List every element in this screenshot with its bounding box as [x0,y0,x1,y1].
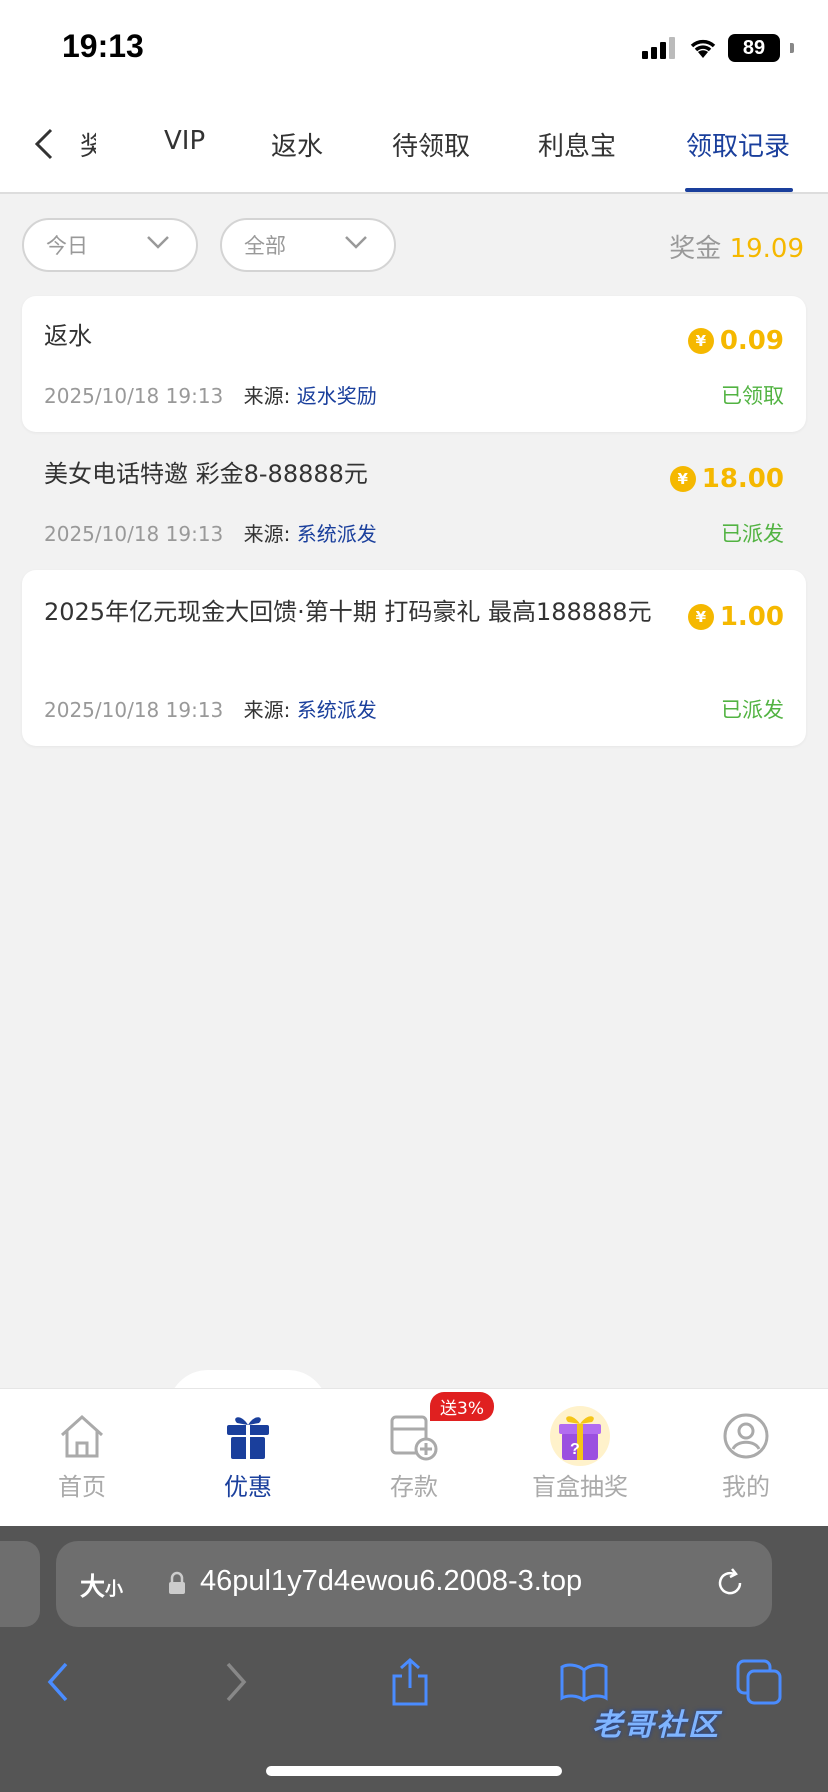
nav-item-profile[interactable]: 我的 [676,1409,816,1502]
record-source-label: 来源: [243,698,291,722]
browser-back-button[interactable] [28,1654,88,1710]
address-bar[interactable]: 大小 46pul1y7d4ewou6.2008-3.top [56,1541,772,1627]
bonus-total-label: 奖金 [669,234,722,264]
record-status: 已派发 [721,522,784,546]
browser-forward-button[interactable] [206,1654,266,1710]
date-filter-select[interactable]: 今日 [22,218,198,272]
reload-icon[interactable] [712,1565,748,1601]
coin-icon: ¥ [669,466,696,492]
chevron-down-icon [345,236,367,249]
deposit-bonus-badge: 送3% [430,1392,494,1421]
nav-label-profile: 我的 [722,1473,770,1501]
record-meta: 2025/10/18 19:13 来源: 系统派发 [44,518,377,547]
coin-icon: ¥ [687,604,714,630]
chevron-right-icon [226,1662,247,1702]
tab-vip[interactable]: VIP [164,126,205,156]
record-amount: ¥ 0.09 [687,326,784,356]
date-filter-value: 今日 [46,234,88,258]
share-button[interactable] [380,1654,440,1710]
tabs-button[interactable] [730,1654,790,1710]
record-title: 2025年亿元现金大回馈·第十期 打码豪礼 最高188888元 [44,598,652,626]
bonus-total: 奖金 19.09 [669,228,804,265]
tab-active-indicator [685,188,793,192]
text-size-large: 大 [80,1572,106,1601]
record-time: 2025/10/18 19:13 [44,698,224,722]
bonus-total-value: 19.09 [729,234,804,264]
text-size-button[interactable]: 大小 [80,1567,123,1603]
user-icon [723,1413,769,1459]
type-filter-value: 全部 [244,234,286,258]
record-status: 已派发 [721,698,784,722]
svg-text:?: ? [570,1441,580,1458]
nav-label-home: 首页 [58,1473,106,1501]
coin-icon: ¥ [687,328,714,354]
nav-label-deposit: 存款 [390,1473,438,1501]
record-meta: 2025/10/18 19:13 来源: 系统派发 [44,694,377,723]
text-size-small: 小 [105,1579,124,1600]
record-title: 美女电话特邀 彩金8-88888元 [44,460,368,488]
record-amount: ¥ 1.00 [687,602,784,632]
record-amount-value: 1.00 [719,602,784,632]
share-icon [392,1658,428,1706]
tab-rebate[interactable]: 返水 [271,126,323,163]
watermark-logo: 老哥社区 [592,1708,720,1743]
tab-header: 奖 VIP 返水 待领取 利息宝 领取记录 [0,100,828,194]
home-indicator [266,1766,562,1776]
status-icons: 89 [642,34,794,62]
record-title: 返水 [44,322,92,350]
record-time: 2025/10/18 19:13 [44,384,224,408]
nav-label-promotions: 优惠 [224,1473,272,1501]
back-button[interactable] [22,122,66,166]
wifi-icon [690,39,716,58]
record-meta: 2025/10/18 19:13 来源: 返水奖励 [44,380,377,409]
gift-icon [227,1417,269,1459]
tabs-icon [736,1659,782,1705]
battery-indicator: 89 [728,34,780,62]
chevron-left-icon [47,1662,68,1702]
mystery-box-icon: ? [550,1406,610,1466]
record-source: 系统派发 [296,522,377,546]
status-time: 19:13 [62,28,144,64]
record-source: 返水奖励 [296,384,377,408]
status-bar: 19:13 89 [0,0,828,100]
nav-item-blind-box[interactable]: ? 盲盒抽奖 [510,1406,650,1502]
nav-item-home[interactable]: 首页 [12,1409,152,1502]
record-item: 2025年亿元现金大回馈·第十期 打码豪礼 最高188888元 ¥ 1.00 2… [22,570,806,746]
record-amount: ¥ 18.00 [669,464,784,494]
type-filter-select[interactable]: 全部 [220,218,396,272]
tab-pending[interactable]: 待领取 [392,126,470,163]
chevron-left-icon [34,128,53,160]
tab-claim-records[interactable]: 领取记录 [686,126,790,163]
nav-label-blind-box: 盲盒抽奖 [532,1473,628,1501]
chevron-down-icon [147,236,169,249]
record-item: 美女电话特邀 彩金8-88888元 ¥ 18.00 2025/10/18 19:… [22,434,806,568]
record-amount-value: 18.00 [701,464,784,494]
nav-item-promotions[interactable]: 优惠 [178,1409,318,1502]
home-icon [60,1414,104,1458]
tab-interest[interactable]: 利息宝 [538,126,616,163]
nav-item-deposit[interactable]: 存款 [344,1409,484,1502]
record-amount-value: 0.09 [719,326,784,356]
bottom-nav: 首页 优惠 存款 ? 盲盒抽奖 我的 [0,1388,828,1526]
previous-tab-preview[interactable] [0,1541,40,1627]
lock-icon [169,1571,185,1594]
record-source-label: 来源: [243,522,291,546]
battery-tip [790,43,794,53]
record-item: 返水 ¥ 0.09 2025/10/18 19:13 来源: 返水奖励 已领取 [22,296,806,432]
record-time: 2025/10/18 19:13 [44,522,224,546]
record-source: 系统派发 [296,698,377,722]
record-status: 已领取 [721,384,784,408]
signal-icon [642,37,675,59]
tab-bonus[interactable]: 奖 [80,126,96,163]
book-icon [560,1663,608,1702]
record-source-label: 来源: [243,384,291,408]
url-text: 46pul1y7d4ewou6.2008-3.top [200,1565,583,1597]
